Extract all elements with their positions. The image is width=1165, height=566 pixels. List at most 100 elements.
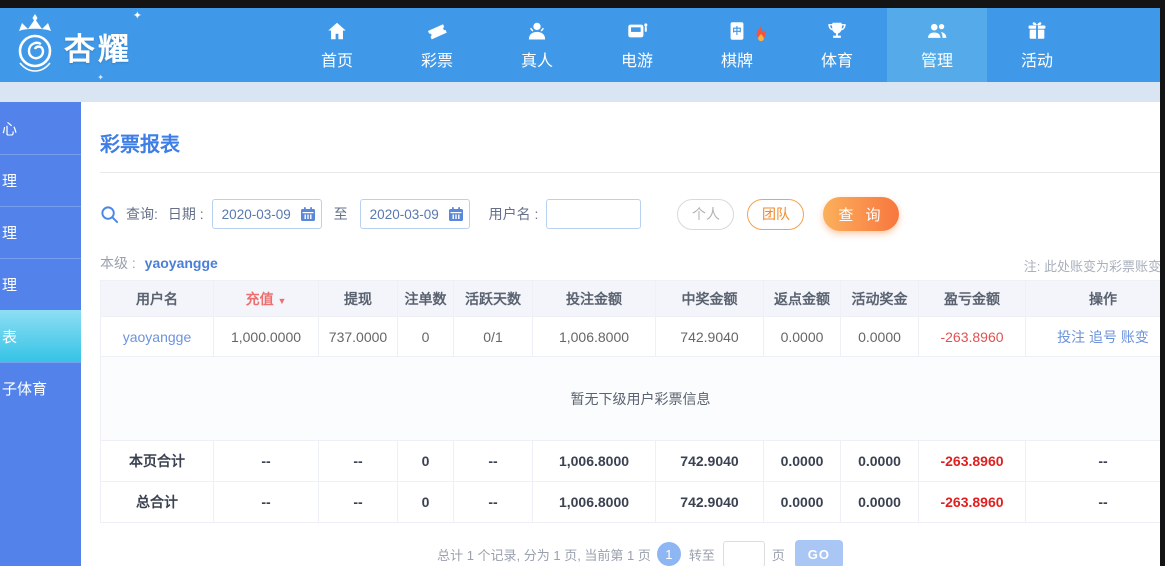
date-to-field[interactable]	[359, 199, 470, 229]
to-label: 至	[333, 206, 348, 222]
col-activity-bonus: 活动奖金	[840, 280, 919, 317]
nav-item-egames[interactable]: 电游	[587, 8, 687, 82]
search-button[interactable]: 查 询	[823, 197, 900, 231]
title-divider	[100, 172, 1161, 173]
users-icon	[926, 20, 948, 42]
sparkle-icon: ✦	[97, 73, 104, 82]
col-win-amount: 中奖金额	[655, 280, 764, 317]
nav-item-manage[interactable]: 管理	[887, 8, 987, 82]
nav-item-home[interactable]: 首页	[287, 8, 387, 82]
date-from-field[interactable]	[211, 199, 322, 229]
username-input[interactable]	[546, 199, 642, 229]
page-title: 彩票报表	[100, 134, 180, 156]
grand-total-row: 总合计 -- -- 0 -- 1,006.8000 742.9040 0.000…	[100, 481, 1165, 523]
person-icon	[526, 20, 548, 42]
nav-shadow-band	[0, 82, 1165, 102]
row-username-link[interactable]: yaoyangge	[123, 329, 192, 345]
table-header-row: 用户名 充值 ▼ 提现 注单数 活跃天数 投注金额 中奖金额 返点金额 活动奖金…	[100, 280, 1165, 317]
row-bet: 1,006.8000	[532, 316, 656, 357]
row-profit: -263.8960	[918, 316, 1026, 357]
nav-item-sports[interactable]: 体育	[787, 8, 887, 82]
row-withdraw: 737.0000	[318, 316, 398, 357]
nav-item-live[interactable]: 真人	[487, 8, 587, 82]
sparkle-icon: ✦	[132, 10, 142, 22]
date-to-input[interactable]	[369, 206, 446, 222]
empty-state-row: 暂无下级用户彩票信息	[100, 356, 1165, 441]
row-orders: 0	[397, 316, 454, 357]
sidebar-item-manage-3[interactable]: 理	[0, 258, 81, 310]
sidebar-item-report-active[interactable]: 表	[0, 310, 81, 362]
row-activity: 0.0000	[840, 316, 919, 357]
current-page-badge[interactable]: 1	[656, 542, 681, 566]
slot-machine-icon	[626, 20, 648, 42]
chase-link[interactable]: 追号	[1089, 329, 1117, 345]
nav-menu: 首页 彩票 真人 电游 中 棋牌 体育 管理 活动	[287, 8, 1087, 82]
nav-item-boardgames[interactable]: 中 棋牌	[687, 8, 787, 82]
col-withdraw: 提现	[318, 280, 398, 317]
crown-shield-logo-icon	[12, 13, 58, 80]
window-right-edge	[1160, 0, 1165, 566]
col-actions: 操作	[1025, 280, 1165, 317]
row-active-days: 0/1	[453, 316, 533, 357]
page-unit-label: 页	[771, 547, 785, 563]
row-recharge: 1,000.0000	[213, 316, 319, 357]
table-row: yaoyangge 1,000.0000 737.0000 0 0/1 1,00…	[100, 316, 1165, 357]
level-row: 本级 : yaoyangge 注: 此处账变为彩票账变	[100, 253, 1161, 274]
mahjong-tile-icon: 中	[726, 20, 748, 42]
svg-text:中: 中	[732, 25, 741, 36]
col-active-days: 活跃天数	[453, 280, 533, 317]
level-username-link[interactable]: yaoyangge	[145, 255, 218, 271]
goto-page-input[interactable]	[722, 541, 765, 566]
go-button[interactable]: GO	[794, 540, 843, 566]
pagination-summary: 总计 1 个记录, 分为 1 页, 当前第 1 页	[437, 547, 651, 563]
col-rebate-amount: 返点金额	[763, 280, 841, 317]
pagination: 总计 1 个记录, 分为 1 页, 当前第 1 页 1 转至 页 GO	[100, 540, 1165, 566]
username-label: 用户名 :	[488, 206, 539, 222]
account-change-note: 注: 此处账变为彩票账变	[1023, 259, 1161, 274]
trophy-icon	[826, 20, 848, 42]
page-total-row: 本页合计 -- -- 0 -- 1,006.8000 742.9040 0.00…	[100, 440, 1165, 482]
col-orders: 注单数	[397, 280, 454, 317]
row-actions: 投注 追号 账变	[1025, 316, 1165, 357]
nav-item-lottery[interactable]: 彩票	[387, 8, 487, 82]
search-form: 查询: 日期 : 至 用户名 : 个人 团队 查 询	[100, 197, 1165, 231]
brand-logo[interactable]: 杏耀 ✦ ✦	[12, 10, 142, 82]
account-change-link[interactable]: 账变	[1121, 329, 1149, 345]
goto-label: 转至	[688, 547, 715, 563]
sidebar-item-esports[interactable]: 子体育	[0, 362, 81, 414]
row-rebate: 0.0000	[763, 316, 841, 357]
calendar-icon[interactable]	[448, 206, 464, 222]
page-total-label: 本页合计	[100, 440, 214, 482]
sort-desc-icon: ▼	[277, 295, 287, 306]
gift-icon	[1026, 20, 1048, 42]
app-window: 杏耀 ✦ ✦ 首页 彩票 真人 电游 中 棋牌 体育 管理 活动 心 理 理 理…	[0, 0, 1165, 566]
window-top-edge	[0, 0, 1165, 8]
sidebar-item-manage-1[interactable]: 理	[0, 154, 81, 206]
level-label: 本级 :	[100, 255, 136, 271]
col-username: 用户名	[100, 280, 214, 317]
sidebar-item-manage-2[interactable]: 理	[0, 206, 81, 258]
query-label: 查询:	[126, 206, 158, 222]
empty-state-message: 暂无下级用户彩票信息	[100, 356, 1165, 441]
row-win: 742.9040	[655, 316, 764, 357]
calendar-icon[interactable]	[300, 206, 316, 222]
col-bet-amount: 投注金额	[532, 280, 656, 317]
sidebar-item-center[interactable]: 心	[0, 102, 81, 154]
ticket-icon	[426, 20, 448, 42]
report-table: 用户名 充值 ▼ 提现 注单数 活跃天数 投注金额 中奖金额 返点金额 活动奖金…	[100, 280, 1165, 523]
sidebar-menu: 心 理 理 理 表 子体育	[0, 102, 81, 566]
hot-flame-icon	[752, 23, 770, 43]
brand-name: 杏耀	[64, 32, 132, 67]
bet-link[interactable]: 投注	[1057, 329, 1085, 345]
date-from-input[interactable]	[221, 206, 298, 222]
grand-total-label: 总合计	[100, 481, 214, 523]
col-recharge-sortable[interactable]: 充值 ▼	[213, 280, 319, 317]
nav-item-activity[interactable]: 活动	[987, 8, 1087, 82]
col-profit-amount: 盈亏金额	[918, 280, 1026, 317]
search-icon	[100, 205, 119, 224]
top-navigation: 杏耀 ✦ ✦ 首页 彩票 真人 电游 中 棋牌 体育 管理 活动	[0, 8, 1165, 82]
personal-button[interactable]: 个人	[677, 198, 735, 230]
date-label: 日期 :	[167, 206, 204, 222]
main-content: 彩票报表 查询: 日期 : 至 用户名 :	[81, 102, 1165, 566]
team-button[interactable]: 团队	[747, 198, 805, 230]
